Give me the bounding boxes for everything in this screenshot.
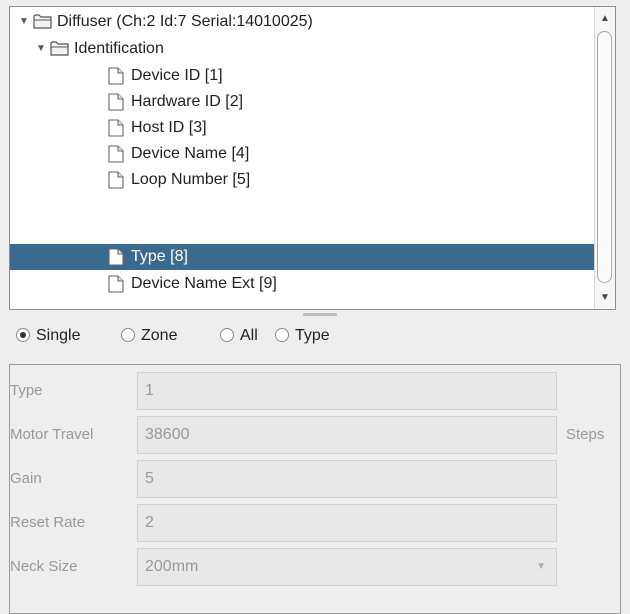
scroll-down-arrow-icon[interactable]: ▼ <box>595 287 615 308</box>
neck-size-label: Neck Size <box>10 558 78 575</box>
tree-node-device-id[interactable]: Device ID [1] <box>10 63 595 89</box>
motor-travel-unit: Steps <box>566 426 605 443</box>
properties-panel: Type 1 Motor Travel 38600 Steps Gain 5 R… <box>9 364 621 614</box>
motor-travel-label: Motor Travel <box>10 426 94 443</box>
folder-icon <box>50 41 69 56</box>
radio-button-icon[interactable] <box>275 328 289 342</box>
tree-scrollbar[interactable]: ▲ ▼ <box>594 7 615 309</box>
tree-node-hardware-id[interactable]: Hardware ID [2] <box>10 89 595 115</box>
neck-size-select[interactable]: 200mm ▼ <box>137 548 557 586</box>
type-field[interactable]: 1 <box>137 372 557 410</box>
file-icon <box>108 248 124 266</box>
splitter-handle[interactable] <box>303 313 337 316</box>
radio-button-selected-icon[interactable] <box>16 328 30 342</box>
type-label: Type <box>10 382 43 399</box>
file-icon <box>108 171 124 189</box>
dropdown-arrow-icon[interactable]: ▼ <box>536 549 546 585</box>
tree-node-device-name-ext[interactable]: Device Name Ext [9] <box>10 271 595 297</box>
tree-node-label: Diffuser (Ch:2 Id:7 Serial:14010025) <box>57 13 313 30</box>
radio-button-icon[interactable] <box>121 328 135 342</box>
tree-node-label: Device Name [4] <box>131 145 250 162</box>
tree-node-label: Identification <box>74 40 164 57</box>
radio-label: Type <box>295 327 330 344</box>
scrollbar-thumb[interactable] <box>597 31 612 283</box>
expand-toggle-icon[interactable]: ▼ <box>35 36 47 62</box>
tree-node-diffuser[interactable]: ▼ Diffuser (Ch:2 Id:7 Serial:14010025) <box>10 9 595 35</box>
radio-label: Zone <box>141 327 178 344</box>
radio-label: Single <box>36 327 81 344</box>
tree-node-host-id[interactable]: Host ID [3] <box>10 115 595 141</box>
neck-size-value: 200mm <box>145 558 199 575</box>
gain-field[interactable]: 5 <box>137 460 557 498</box>
tree-node-label: Device ID [1] <box>131 67 223 84</box>
motor-travel-field[interactable]: 38600 <box>137 416 557 454</box>
gain-label: Gain <box>10 470 42 487</box>
tree-node-type-selected[interactable]: Type [8] <box>10 244 595 270</box>
tree-node-label: Type [8] <box>131 248 188 265</box>
tree-node-identification[interactable]: ▼ Identification <box>10 36 595 62</box>
tree-node-label: Device Name Ext [9] <box>131 275 277 292</box>
reset-rate-label: Reset Rate <box>10 514 86 531</box>
folder-icon <box>33 14 52 29</box>
device-tree[interactable]: ▼ Diffuser (Ch:2 Id:7 Serial:14010025) ▼… <box>9 6 616 310</box>
radio-button-icon[interactable] <box>220 328 234 342</box>
reset-rate-field[interactable]: 2 <box>137 504 557 542</box>
file-icon <box>108 275 124 293</box>
file-icon <box>108 93 124 111</box>
tree-node-loop-number[interactable]: Loop Number [5] <box>10 167 595 193</box>
tree-node-label: Loop Number [5] <box>131 171 251 188</box>
expand-toggle-icon[interactable]: ▼ <box>18 9 30 35</box>
scroll-up-arrow-icon[interactable]: ▲ <box>595 8 615 29</box>
tree-node-label: Host ID [3] <box>131 119 207 136</box>
file-icon <box>108 145 124 163</box>
file-icon <box>108 119 124 137</box>
tree-node-label: Hardware ID [2] <box>131 93 244 110</box>
file-icon <box>108 67 124 85</box>
radio-label: All <box>240 327 258 344</box>
tree-node-device-name[interactable]: Device Name [4] <box>10 141 595 167</box>
